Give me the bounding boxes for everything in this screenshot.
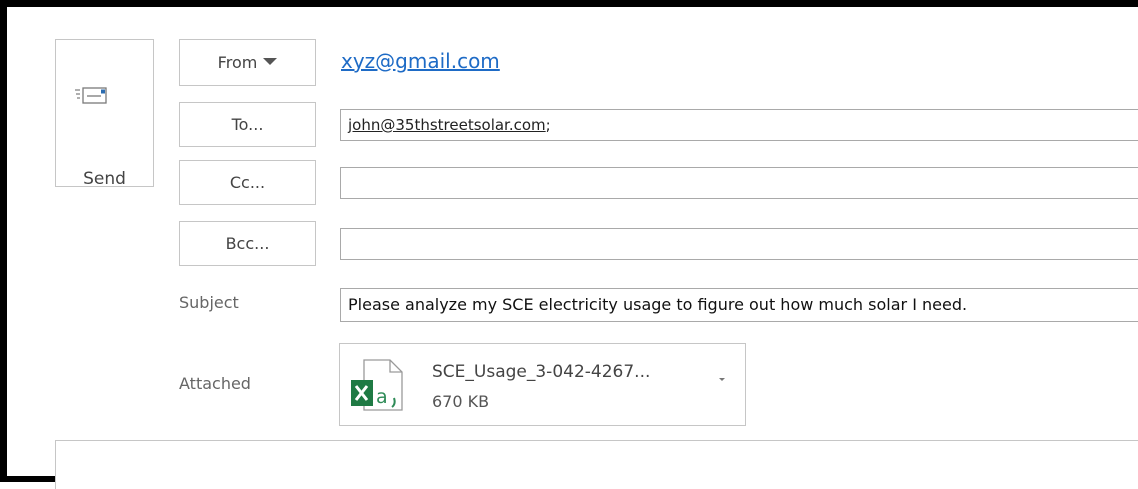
recipient-separator: ;	[545, 116, 551, 134]
send-label: Send	[83, 169, 126, 189]
bcc-field[interactable]	[340, 228, 1138, 260]
excel-file-icon: a	[351, 359, 403, 411]
to-button[interactable]: To...	[179, 102, 316, 147]
svg-text:a: a	[376, 386, 388, 408]
from-button[interactable]: From	[179, 39, 316, 86]
bcc-button[interactable]: Bcc...	[179, 221, 316, 266]
chevron-down-icon	[263, 58, 278, 65]
attachment-file-size: 670 KB	[432, 392, 490, 411]
send-envelope-icon	[75, 87, 107, 104]
from-address-link[interactable]: xyz@gmail.com	[341, 48, 500, 74]
subject-field[interactable]: Please analyze my SCE electricity usage …	[340, 288, 1138, 322]
to-recipient[interactable]: john@35thstreetsolar.com	[348, 116, 546, 134]
cc-field[interactable]	[340, 167, 1138, 199]
cc-button[interactable]: Cc...	[179, 160, 316, 205]
compose-window: Send From xyz@gmail.com To... john@35ths…	[0, 0, 1138, 489]
from-button-label: From	[217, 53, 258, 72]
send-button[interactable]: Send	[55, 39, 154, 189]
attachment-file-name: SCE_Usage_3-042-4267...	[432, 362, 651, 382]
attached-label: Attached	[179, 374, 251, 393]
attachment-card[interactable]: a SCE_Usage_3-042-4267... 670 KB	[339, 343, 746, 426]
to-field[interactable]: john@35thstreetsolar.com;	[340, 109, 1138, 141]
attachment-dropdown-icon[interactable]	[717, 374, 727, 384]
subject-label: Subject	[179, 293, 239, 312]
